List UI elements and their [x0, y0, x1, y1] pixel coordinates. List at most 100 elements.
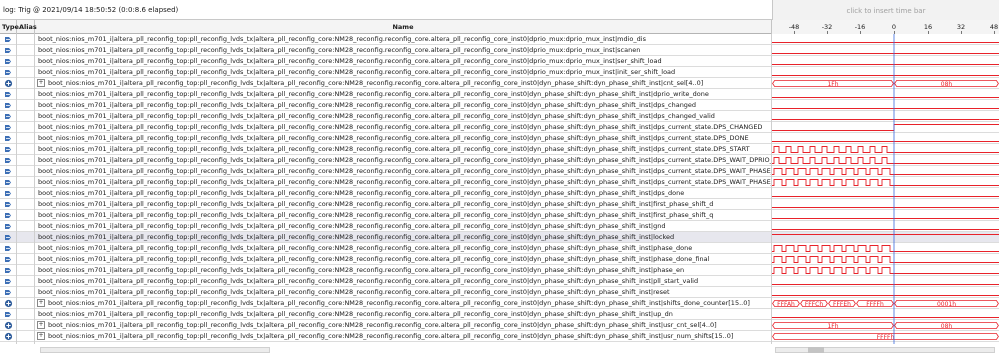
name-cell[interactable]: boot_nios:nios_m701_i|altera_pll_reconfi… — [35, 199, 772, 210]
waveform-cell[interactable] — [772, 221, 999, 232]
signal-row[interactable]: + boot_nios:nios_m701_i|altera_pll_reconf… — [0, 320, 999, 331]
name-cell[interactable]: boot_nios:nios_m701_i|altera_pll_reconfi… — [35, 221, 772, 232]
waveform-cell[interactable] — [772, 133, 999, 144]
alias-cell[interactable] — [17, 133, 35, 144]
signal-row[interactable]: boot_nios:nios_m701_i|altera_pll_reconfi… — [0, 276, 999, 287]
signal-row[interactable]: boot_nios:nios_m701_i|altera_pll_reconfi… — [0, 111, 999, 122]
signal-row[interactable]: boot_nios:nios_m701_i|altera_pll_reconfi… — [0, 133, 999, 144]
name-horizontal-scrollbar[interactable] — [40, 347, 270, 353]
alias-cell[interactable] — [17, 188, 35, 199]
alias-cell[interactable] — [17, 309, 35, 320]
waveform-cell[interactable]: 1Fh 08h — [772, 320, 999, 331]
alias-cell[interactable] — [17, 144, 35, 155]
signal-row[interactable]: boot_nios:nios_m701_i|altera_pll_reconfi… — [0, 144, 999, 155]
signal-row[interactable]: + boot_nios:nios_m701_i|altera_pll_reconf… — [0, 78, 999, 89]
name-cell[interactable]: boot_nios:nios_m701_i|altera_pll_reconfi… — [35, 309, 772, 320]
waveform-cell[interactable] — [772, 265, 999, 276]
alias-cell[interactable] — [17, 243, 35, 254]
column-header-alias[interactable]: Alias — [17, 20, 37, 34]
name-cell[interactable]: boot_nios:nios_m701_i|altera_pll_reconfi… — [35, 177, 772, 188]
alias-cell[interactable] — [17, 232, 35, 243]
name-cell[interactable]: boot_nios:nios_m701_i|altera_pll_reconfi… — [35, 210, 772, 221]
signal-row[interactable]: boot_nios:nios_m701_i|altera_pll_reconfi… — [0, 210, 999, 221]
name-cell[interactable]: boot_nios:nios_m701_i|altera_pll_reconfi… — [35, 100, 772, 111]
name-cell[interactable]: boot_nios:nios_m701_i|altera_pll_reconfi… — [35, 276, 772, 287]
waveform-scrollbar-thumb[interactable] — [808, 347, 824, 353]
signal-row[interactable]: boot_nios:nios_m701_i|altera_pll_reconfi… — [0, 309, 999, 320]
name-cell[interactable]: + boot_nios:nios_m701_i|altera_pll_reconf… — [35, 331, 772, 342]
alias-cell[interactable] — [17, 210, 35, 221]
waveform-cell[interactable] — [772, 276, 999, 287]
alias-cell[interactable] — [17, 254, 35, 265]
alias-cell[interactable] — [17, 45, 35, 56]
waveform-cell[interactable] — [772, 100, 999, 111]
signal-row[interactable]: boot_nios:nios_m701_i|altera_pll_reconfi… — [0, 177, 999, 188]
signal-row[interactable]: boot_nios:nios_m701_i|altera_pll_reconfi… — [0, 122, 999, 133]
alias-cell[interactable] — [17, 122, 35, 133]
waveform-cell[interactable] — [772, 155, 999, 166]
name-cell[interactable]: boot_nios:nios_m701_i|altera_pll_reconfi… — [35, 89, 772, 100]
time-bar-insert-area[interactable]: click to insert time bar — [772, 0, 999, 20]
signal-row[interactable]: boot_nios:nios_m701_i|altera_pll_reconfi… — [0, 100, 999, 111]
expand-icon[interactable]: + — [37, 321, 45, 329]
name-cell[interactable]: boot_nios:nios_m701_i|altera_pll_reconfi… — [35, 56, 772, 67]
alias-cell[interactable] — [17, 276, 35, 287]
name-cell[interactable]: boot_nios:nios_m701_i|altera_pll_reconfi… — [35, 232, 772, 243]
signal-row[interactable]: boot_nios:nios_m701_i|altera_pll_reconfi… — [0, 45, 999, 56]
signal-row[interactable]: boot_nios:nios_m701_i|altera_pll_reconfi… — [0, 155, 999, 166]
name-cell[interactable]: + boot_nios:nios_m701_i|altera_pll_reconf… — [35, 298, 772, 309]
name-cell[interactable]: boot_nios:nios_m701_i|altera_pll_reconfi… — [35, 45, 772, 56]
alias-cell[interactable] — [17, 155, 35, 166]
signal-row[interactable]: boot_nios:nios_m701_i|altera_pll_reconfi… — [0, 254, 999, 265]
name-cell[interactable]: boot_nios:nios_m701_i|altera_pll_reconfi… — [35, 265, 772, 276]
signal-row[interactable]: boot_nios:nios_m701_i|altera_pll_reconfi… — [0, 287, 999, 298]
alias-cell[interactable] — [17, 199, 35, 210]
alias-cell[interactable] — [17, 67, 35, 78]
waveform-cell[interactable] — [772, 111, 999, 122]
name-cell[interactable]: boot_nios:nios_m701_i|altera_pll_reconfi… — [35, 243, 772, 254]
waveform-cell[interactable] — [772, 232, 999, 243]
name-cell[interactable]: boot_nios:nios_m701_i|altera_pll_reconfi… — [35, 166, 772, 177]
signal-row[interactable]: boot_nios:nios_m701_i|altera_pll_reconfi… — [0, 188, 999, 199]
name-cell[interactable]: boot_nios:nios_m701_i|altera_pll_reconfi… — [35, 155, 772, 166]
waveform-cell[interactable] — [772, 254, 999, 265]
alias-cell[interactable] — [17, 331, 35, 342]
waveform-cell[interactable] — [772, 177, 999, 188]
alias-cell[interactable] — [17, 221, 35, 232]
expand-icon[interactable]: + — [37, 299, 45, 307]
signal-row[interactable]: boot_nios:nios_m701_i|altera_pll_reconfi… — [0, 166, 999, 177]
waveform-cell[interactable] — [772, 67, 999, 78]
waveform-cell[interactable] — [772, 45, 999, 56]
alias-cell[interactable] — [17, 111, 35, 122]
signal-row[interactable]: boot_nios:nios_m701_i|altera_pll_reconfi… — [0, 265, 999, 276]
name-cell[interactable]: + boot_nios:nios_m701_i|altera_pll_reconf… — [35, 78, 772, 89]
column-header-name[interactable]: Name — [35, 20, 772, 34]
time-ruler[interactable]: -48 -32 -16 0 16 32 48 — [772, 20, 999, 34]
waveform-cell[interactable] — [772, 309, 999, 320]
signal-row[interactable]: boot_nios:nios_m701_i|altera_pll_reconfi… — [0, 89, 999, 100]
waveform-cell[interactable] — [772, 34, 999, 45]
expand-icon[interactable]: + — [37, 332, 45, 340]
name-cell[interactable]: boot_nios:nios_m701_i|altera_pll_reconfi… — [35, 122, 772, 133]
name-cell[interactable]: boot_nios:nios_m701_i|altera_pll_reconfi… — [35, 188, 772, 199]
alias-cell[interactable] — [17, 265, 35, 276]
name-cell[interactable]: + boot_nios:nios_m701_i|altera_pll_reconf… — [35, 320, 772, 331]
waveform-cell[interactable] — [772, 122, 999, 133]
signal-row[interactable]: boot_nios:nios_m701_i|altera_pll_reconfi… — [0, 243, 999, 254]
expand-icon[interactable]: + — [37, 79, 45, 87]
name-cell[interactable]: boot_nios:nios_m701_i|altera_pll_reconfi… — [35, 67, 772, 78]
signal-row[interactable]: boot_nios:nios_m701_i|altera_pll_reconfi… — [0, 34, 999, 45]
name-cell[interactable]: boot_nios:nios_m701_i|altera_pll_reconfi… — [35, 144, 772, 155]
waveform-cell[interactable] — [772, 287, 999, 298]
waveform-cell[interactable] — [772, 56, 999, 67]
alias-cell[interactable] — [17, 89, 35, 100]
signal-row[interactable]: boot_nios:nios_m701_i|altera_pll_reconfi… — [0, 56, 999, 67]
alias-cell[interactable] — [17, 166, 35, 177]
alias-cell[interactable] — [17, 34, 35, 45]
signal-row[interactable]: boot_nios:nios_m701_i|altera_pll_reconfi… — [0, 199, 999, 210]
waveform-cell[interactable]: FFFAh FFFCh FFFEh FFFFh 0001h — [772, 298, 999, 309]
alias-cell[interactable] — [17, 298, 35, 309]
waveform-cell[interactable] — [772, 199, 999, 210]
waveform-cell[interactable]: FFFFh — [772, 331, 999, 342]
alias-cell[interactable] — [17, 100, 35, 111]
